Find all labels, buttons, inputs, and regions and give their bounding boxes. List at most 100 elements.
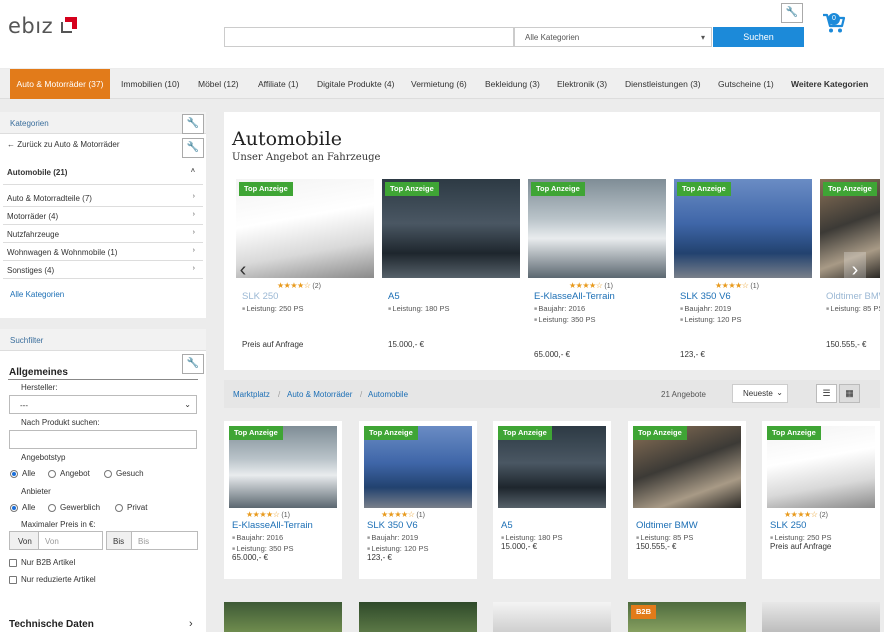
nav-item-elektronik[interactable]: Elektronik (3)	[557, 69, 607, 99]
car-name-link[interactable]: Oldtimer BMW	[636, 520, 698, 531]
rating-stars: ★★★★☆ (1)	[569, 281, 613, 290]
nav-item-weitere[interactable]: Weitere Kategorien	[791, 69, 868, 99]
listing-card[interactable]: Top Anzeige ★★★★☆(1)E-KlasseAll-Terrain Ba…	[224, 421, 342, 579]
listing-card[interactable]: Top Anzeige ★★★★☆(2)SLK 250 Leistung: 250 …	[762, 421, 880, 579]
chevron-right-icon: ›	[192, 211, 195, 218]
chevron-right-icon[interactable]: ›	[189, 618, 193, 630]
sidebar-item-wohnwagen[interactable]: Wohnwagen & Wohnmobile (1) ›	[3, 244, 203, 261]
car-name-link[interactable]: Oldtimer BMW	[826, 291, 880, 302]
listing-card[interactable]: Top Anzeige Oldtimer BMW Leistung: 85 PS15…	[628, 421, 746, 579]
car-name-link[interactable]: SLK 350 V6	[367, 520, 418, 531]
max-price-label: Maximaler Preis in €:	[21, 520, 96, 529]
provider-radio-gewerblich[interactable]	[48, 504, 56, 512]
car-name-link[interactable]: SLK 250	[770, 520, 806, 531]
breadcrumb-automobile[interactable]: Automobile	[368, 390, 408, 399]
logo-mark-icon	[61, 17, 77, 33]
car-spec: Baujahr: 2019	[367, 533, 418, 542]
tech-data-title[interactable]: Technische Daten	[9, 619, 94, 630]
chevron-right-icon: ›	[192, 193, 195, 200]
featured-item[interactable]: Top Anzeige ★★★★☆(1)E-KlasseAll-Terrain Ba…	[528, 179, 666, 359]
breadcrumb-marktplatz[interactable]: Marktplatz	[233, 390, 270, 399]
top-badge: Top Anzeige	[767, 426, 821, 440]
manufacturer-select[interactable]: --- ⌄	[9, 395, 197, 414]
slider-next-icon[interactable]: ›	[844, 252, 866, 288]
listing-card-partial[interactable]: B2B	[628, 602, 746, 632]
nav-item-immobilien[interactable]: Immobilien (10)	[121, 69, 180, 99]
price-to-input[interactable]: Bis	[131, 531, 198, 550]
all-categories-link[interactable]: Alle Kategorien	[10, 290, 64, 299]
general-title: Allgemeines	[9, 367, 68, 378]
listing-card-partial[interactable]	[493, 602, 611, 632]
listing-card-partial[interactable]	[359, 602, 477, 632]
nav-item-digitale-produkte[interactable]: Digitale Produkte (4)	[317, 69, 394, 99]
car-name-link[interactable]: E-KlasseAll-Terrain	[534, 291, 615, 302]
wrench-icon[interactable]: 🔧	[182, 354, 204, 374]
filter-box: Suchfilter 🔧 Allgemeines Hersteller: ---…	[0, 329, 206, 632]
categories-title: Kategorien	[0, 112, 206, 134]
listing-card[interactable]: Top Anzeige ★★★★☆(1)SLK 350 V6 Baujahr: 20…	[359, 421, 477, 579]
car-name-link[interactable]: E-KlasseAll-Terrain	[232, 520, 313, 531]
nav-item-bekleidung[interactable]: Bekleidung (3)	[485, 69, 540, 99]
product-search-input[interactable]	[9, 430, 197, 449]
rating-stars: ★★★★☆ (2)	[277, 281, 321, 290]
sidebar-item-label: Nutzfahrzeuge	[7, 230, 60, 239]
car-price: 65.000,- €	[534, 350, 571, 359]
featured-item[interactable]: Top Anzeige A5 Leistung: 180 PS 15.000,- €	[382, 179, 520, 349]
current-category-label: Automobile (21)	[7, 168, 68, 177]
sidebar-item-sonstiges[interactable]: Sonstiges (4) ›	[3, 262, 203, 279]
b2b-checkbox[interactable]	[9, 559, 17, 567]
top-badge: Top Anzeige	[364, 426, 418, 440]
car-spec: Leistung: 250 PS	[242, 304, 303, 313]
category-nav: Auto & Motorräder (37) Immobilien (10) M…	[0, 69, 884, 99]
rating-stars: ★★★★☆ (1)	[381, 510, 425, 519]
nav-item-affiliate[interactable]: Affiliate (1)	[258, 69, 298, 99]
offer-type-radio-alle[interactable]	[10, 470, 18, 478]
car-name-link[interactable]: SLK 250	[242, 291, 278, 302]
grid-view-icon[interactable]: ▦	[839, 384, 860, 403]
current-category[interactable]: Automobile (21) ˄	[3, 163, 203, 185]
listing-card[interactable]: Top Anzeige A5 Leistung: 180 PS15.000,- €	[493, 421, 611, 579]
breadcrumb-auto[interactable]: Auto & Motorräder	[287, 390, 352, 399]
wrench-icon[interactable]: 🔧	[182, 114, 204, 134]
provider-radio-alle[interactable]	[10, 504, 18, 512]
slider-prev-icon[interactable]: ‹	[232, 252, 254, 288]
wrench-icon[interactable]: 🔧	[781, 3, 803, 23]
car-price: Preis auf Anfrage	[242, 340, 304, 349]
wrench-icon[interactable]: 🔧	[182, 138, 204, 158]
sort-select[interactable]: Neueste ⌄	[732, 384, 788, 403]
top-badge: Top Anzeige	[239, 182, 293, 196]
search-button[interactable]: Suchen	[713, 27, 804, 47]
nav-item-gutscheine[interactable]: Gutscheine (1)	[718, 69, 774, 99]
offer-type-label: Angebotstyp	[21, 453, 66, 462]
categories-box: Kategorien 🔧 ← Zurück zu Auto & Motorräd…	[0, 112, 206, 318]
listing-card-partial[interactable]	[762, 602, 880, 632]
car-name-link[interactable]: SLK 350 V6	[680, 291, 731, 302]
sidebar-item-nutzfahrzeuge[interactable]: Nutzfahrzeuge ›	[3, 226, 203, 243]
logo[interactable]: ebız	[8, 14, 53, 38]
nav-item-moebel[interactable]: Möbel (12)	[198, 69, 239, 99]
car-name-link[interactable]: A5	[501, 520, 513, 531]
back-link[interactable]: ← Zurück zu Auto & Motorräder	[7, 140, 120, 149]
price-from-input[interactable]: Von	[38, 531, 103, 550]
car-price: 123,- €	[680, 350, 705, 359]
list-view-icon[interactable]: ☰	[816, 384, 837, 403]
sidebar-item-motorraeder[interactable]: Motorräder (4) ›	[3, 208, 203, 225]
nav-item-vermietung[interactable]: Vermietung (6)	[411, 69, 467, 99]
provider-radio-privat[interactable]	[115, 504, 123, 512]
von-label: Von	[18, 537, 32, 546]
offer-type-radio-angebot[interactable]	[48, 470, 56, 478]
sidebar-item-teile[interactable]: Auto & Motorradteile (7) ›	[3, 190, 203, 207]
category-select[interactable]: Alle Kategorien ▾	[514, 27, 712, 47]
offer-type-radio-gesuch[interactable]	[104, 470, 112, 478]
listing-card-partial[interactable]	[224, 602, 342, 632]
reduced-checkbox[interactable]	[9, 576, 17, 584]
rating-count: (1)	[281, 512, 290, 519]
chevron-up-icon: ˄	[190, 168, 195, 175]
nav-item-auto[interactable]: Auto & Motorräder (37)	[10, 69, 110, 99]
search-input[interactable]	[224, 27, 514, 47]
featured-item[interactable]: Top Anzeige ★★★★☆(2)SLK 250 Leistung: 250 …	[236, 179, 374, 349]
car-name-link[interactable]: A5	[388, 291, 400, 302]
nav-item-dienstleistungen[interactable]: Dienstleistungen (3)	[625, 69, 701, 99]
filter-title: Suchfilter	[0, 329, 206, 351]
featured-item[interactable]: Top Anzeige ★★★★☆(1)SLK 350 V6 Baujahr: 20…	[674, 179, 812, 359]
